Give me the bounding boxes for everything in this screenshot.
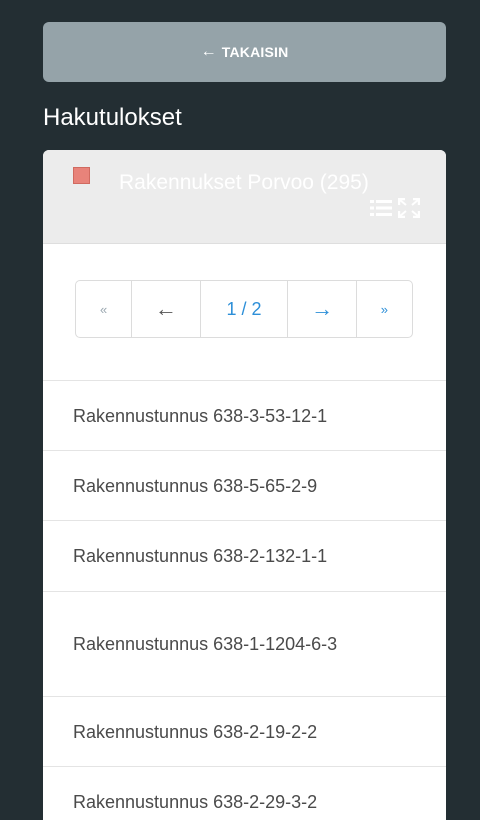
last-page-button[interactable]: »	[357, 281, 412, 337]
results-panel: Rakennukset Porvoo (295) « ← 1 / 2 → » R…	[43, 150, 446, 820]
list-item[interactable]: Rakennustunnus 638-3-53-12-1	[43, 380, 446, 450]
page-title: Hakutulokset	[43, 104, 182, 131]
next-page-button[interactable]: →	[288, 281, 357, 337]
arrow-left-icon: ←	[200, 43, 217, 60]
back-button-label: TAKAISIN	[221, 44, 289, 60]
list-item[interactable]: Rakennustunnus 638-2-19-2-2	[43, 696, 446, 766]
list-item[interactable]: Rakennustunnus 638-2-132-1-1	[43, 520, 446, 591]
header-icons	[370, 198, 420, 218]
back-button[interactable]: ← TAKAISIN	[43, 22, 446, 82]
result-list: Rakennustunnus 638-3-53-12-1 Rakennustun…	[43, 380, 446, 820]
pagination: « ← 1 / 2 → »	[75, 280, 413, 338]
current-page-indicator: 1 / 2	[201, 281, 289, 337]
expand-icon[interactable]	[398, 198, 420, 218]
first-page-button[interactable]: «	[76, 281, 133, 337]
list-item[interactable]: Rakennustunnus 638-5-65-2-9	[43, 450, 446, 520]
prev-page-button[interactable]: ←	[132, 281, 201, 337]
list-item[interactable]: Rakennustunnus 638-2-29-3-2	[43, 766, 446, 820]
layer-header[interactable]: Rakennukset Porvoo (295)	[43, 150, 446, 244]
list-item[interactable]: Rakennustunnus 638-1-1204-6-3	[43, 591, 446, 696]
list-icon[interactable]	[370, 198, 392, 218]
layer-name: Rakennukset Porvoo (295)	[119, 171, 369, 194]
